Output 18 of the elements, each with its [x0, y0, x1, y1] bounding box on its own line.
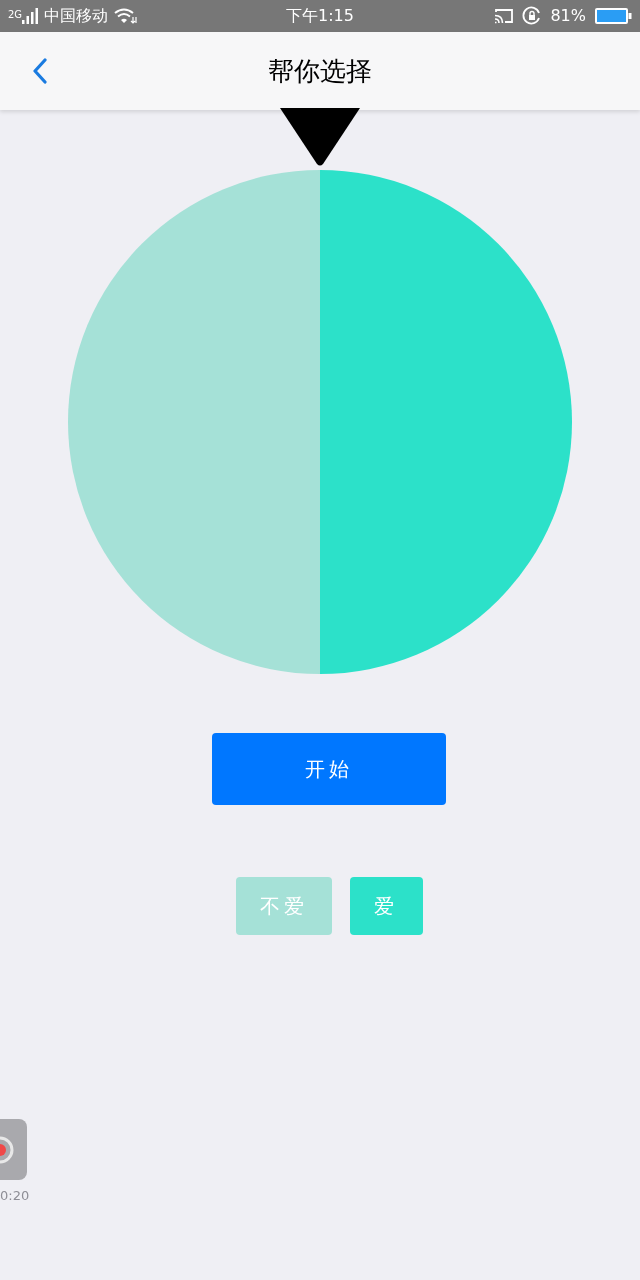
screen-recorder-widget[interactable] — [0, 1119, 27, 1180]
cast-icon — [494, 8, 515, 24]
page-title: 帮你选择 — [268, 54, 372, 88]
start-button[interactable]: 开始 — [212, 733, 446, 805]
recording-timer: 0:20 — [0, 1187, 30, 1205]
clock-time: 下午1:15 — [286, 5, 354, 27]
battery-icon — [594, 7, 632, 25]
wifi-icon — [114, 8, 139, 24]
option-button[interactable]: 不爱 — [235, 877, 332, 935]
record-icon — [0, 1135, 14, 1164]
back-chevron-icon — [32, 58, 48, 84]
battery-percentage: 81% — [550, 5, 586, 27]
network-type: 2G — [8, 10, 23, 20]
carrier-name: 中国移动 — [44, 5, 109, 27]
pointer-triangle-icon — [280, 108, 360, 166]
rotation-lock-icon — [522, 6, 543, 26]
option-button[interactable]: 爱 — [349, 877, 423, 935]
signal-icon — [22, 8, 39, 24]
